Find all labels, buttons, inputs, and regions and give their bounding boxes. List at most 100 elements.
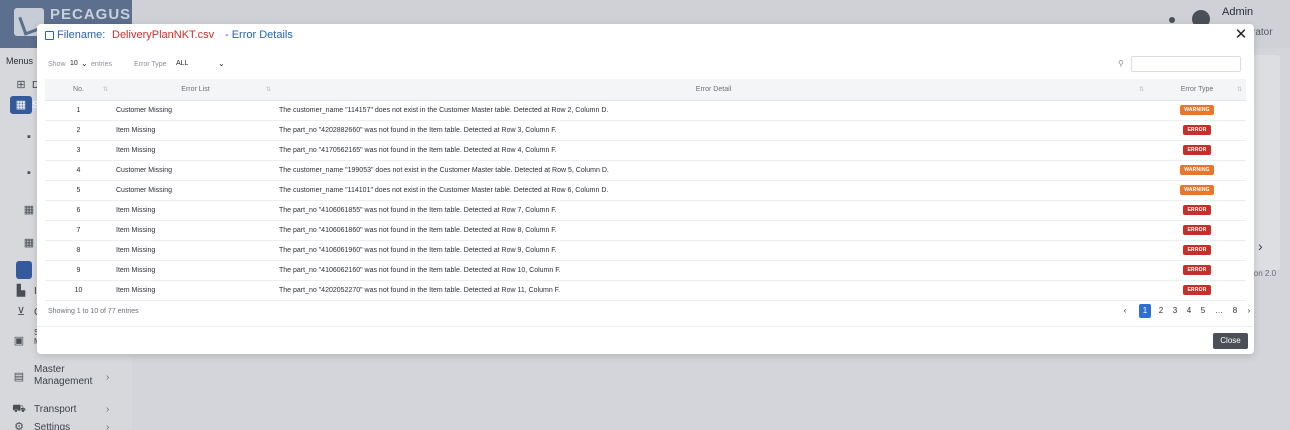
cell-error-list: Item Missing — [112, 240, 275, 261]
pagination-ellipsis: … — [1215, 306, 1223, 315]
building-icon[interactable]: ▣ — [12, 334, 26, 348]
table-row[interactable]: 8 Item Missing The part_no "4106061960" wa… — [45, 240, 1246, 261]
file-icon[interactable]: ▪ — [22, 166, 36, 180]
cell-error-list: Customer Missing — [112, 100, 275, 121]
table-row[interactable]: 5 Customer Missing The customer_name "1141… — [45, 180, 1246, 201]
table-header-row: No. ⇅ Error List ⇅ Error Detail ⇅ Error Typ… — [45, 79, 1246, 101]
status-badge: WARNING — [1180, 105, 1214, 115]
sidebar-item-transport[interactable]: Transport — [34, 404, 76, 415]
status-badge: ERROR — [1183, 285, 1211, 295]
modal-header: Filename: DeliveryPlanNKT.csv - Error De… — [37, 24, 1254, 48]
column-header-error-detail[interactable]: Error Detail ⇅ — [275, 79, 1148, 101]
column-header-error-list[interactable]: Error List ⇅ — [112, 79, 275, 101]
menus-label: Menus — [6, 56, 34, 66]
chevron-right-icon: › — [106, 372, 110, 383]
close-icon[interactable]: ✕ — [1234, 27, 1248, 43]
table-row[interactable]: 1 Customer Missing The customer_name "1141… — [45, 100, 1246, 121]
cell-no: 6 — [45, 200, 112, 221]
entries-select[interactable]: 10 — [70, 60, 78, 67]
file-icon[interactable]: ▪ — [22, 130, 36, 144]
pagination-page-3[interactable]: 3 — [1169, 304, 1181, 318]
table-row[interactable]: 10 Item Missing The part_no "4202052270" w… — [45, 280, 1246, 301]
cell-error-detail: The customer_name "114101" does not exis… — [275, 180, 1148, 201]
notification-icon[interactable] — [1169, 17, 1175, 23]
status-badge: ERROR — [1183, 145, 1211, 155]
database-icon[interactable]: ▤ — [12, 370, 26, 384]
cell-no: 2 — [45, 120, 112, 141]
table-row[interactable]: 3 Item Missing The part_no "4170562165" wa… — [45, 140, 1246, 161]
error-details-modal: Filename: DeliveryPlanNKT.csv - Error De… — [37, 24, 1254, 354]
cell-error-list: Item Missing — [112, 260, 275, 281]
entries-label: entries — [91, 61, 113, 68]
column-header-label: Error List — [181, 85, 210, 93]
status-badge: ERROR — [1183, 225, 1211, 235]
pagination-page-4[interactable]: 4 — [1183, 304, 1195, 318]
divider — [37, 326, 1254, 327]
sidebar-item-settings[interactable]: Settings — [34, 422, 70, 430]
pagination-page-5[interactable]: 5 — [1197, 304, 1209, 318]
cell-error-detail: The part_no "4106061860" was not found i… — [275, 220, 1148, 241]
calendar-icon[interactable]: ▦ — [22, 203, 36, 217]
sort-icon: ⇅ — [1236, 87, 1242, 93]
calendar-icon[interactable]: ▦ — [22, 236, 36, 250]
sort-icon: ⇅ — [1138, 87, 1144, 93]
column-header-label: No. — [73, 85, 84, 93]
table-row[interactable]: 9 Item Missing The part_no "4106062160" wa… — [45, 260, 1246, 281]
cell-no: 1 — [45, 100, 112, 121]
chevron-down-icon[interactable]: ⌄ — [218, 59, 225, 68]
pagination-prev-icon[interactable]: ‹ — [1119, 304, 1131, 318]
pagination-page-8[interactable]: 8 — [1229, 304, 1241, 318]
cart-icon[interactable]: ⊻ — [14, 305, 28, 319]
cell-no: 8 — [45, 240, 112, 261]
sort-icon: ⇅ — [102, 87, 108, 93]
chevron-right-icon: › — [106, 404, 110, 415]
sort-icon: ⇅ — [265, 87, 271, 93]
chevron-right-icon: › — [106, 422, 110, 430]
document-icon — [45, 31, 54, 40]
show-label: Show — [48, 61, 66, 68]
cell-error-detail: The part_no "4170562165" was not found i… — [275, 140, 1148, 161]
status-badge: ERROR — [1183, 245, 1211, 255]
table-row[interactable]: 6 Item Missing The part_no "4106061855" wa… — [45, 200, 1246, 221]
chevron-right-icon[interactable]: › — [1258, 238, 1263, 254]
cell-error-list: Item Missing — [112, 140, 275, 161]
pagination-page-1[interactable]: 1 — [1139, 304, 1151, 318]
cell-error-detail: The part_no "4106061855" was not found i… — [275, 200, 1148, 221]
table-row[interactable]: 4 Customer Missing The customer_name "1990… — [45, 160, 1246, 181]
grid-icon[interactable]: ⊞ — [14, 78, 28, 92]
cell-error-type: WARNING — [1148, 100, 1246, 121]
table-controls: Show 10 ⌄ entries Error Type ALL ⌄ ⚲ — [37, 54, 1254, 74]
search-input[interactable] — [1131, 56, 1241, 72]
title-suffix: - Error Details — [225, 29, 293, 41]
cell-error-list: Customer Missing — [112, 160, 275, 181]
close-button[interactable]: Close — [1213, 333, 1248, 349]
gear-icon[interactable]: ⚙ — [12, 420, 26, 430]
column-header-error-type[interactable]: Error Type ⇅ — [1148, 79, 1246, 101]
sidebar-item-master-management[interactable]: Master Management — [34, 364, 94, 388]
cell-error-type: WARNING — [1148, 160, 1246, 181]
cell-no: 4 — [45, 160, 112, 181]
cell-error-list: Customer Missing — [112, 180, 275, 201]
column-header-no[interactable]: No. ⇅ — [45, 79, 112, 101]
admin-role: rator — [1252, 27, 1273, 38]
cell-error-type: ERROR — [1148, 240, 1246, 261]
version-text: ion 2.0 — [1252, 269, 1277, 278]
cell-error-detail: The part_no "4106061960" was not found i… — [275, 240, 1148, 261]
pagination-page-2[interactable]: 2 — [1155, 304, 1167, 318]
sidebar-subitem-active[interactable] — [16, 261, 32, 279]
cell-error-detail: The part_no "4202882660" was not found i… — [275, 120, 1148, 141]
chevron-down-icon[interactable]: ⌄ — [81, 59, 88, 68]
error-type-select[interactable]: ALL — [176, 60, 188, 67]
calendar-icon: ▦ — [15, 99, 27, 111]
cell-error-detail: The part_no "4106062160" was not found i… — [275, 260, 1148, 281]
truck-icon[interactable]: ⛟ — [12, 402, 26, 416]
column-header-label: Error Detail — [695, 85, 732, 93]
status-badge: ERROR — [1183, 125, 1211, 135]
boxes-icon[interactable]: ▙ — [14, 284, 28, 298]
table-row[interactable]: 7 Item Missing The part_no "4106061860" wa… — [45, 220, 1246, 241]
cell-error-list: Item Missing — [112, 280, 275, 301]
cell-error-type: ERROR — [1148, 220, 1246, 241]
pagination-next-icon[interactable]: › — [1243, 304, 1255, 318]
admin-name: Admin — [1222, 6, 1254, 18]
table-row[interactable]: 2 Item Missing The part_no "4202882660" wa… — [45, 120, 1246, 141]
